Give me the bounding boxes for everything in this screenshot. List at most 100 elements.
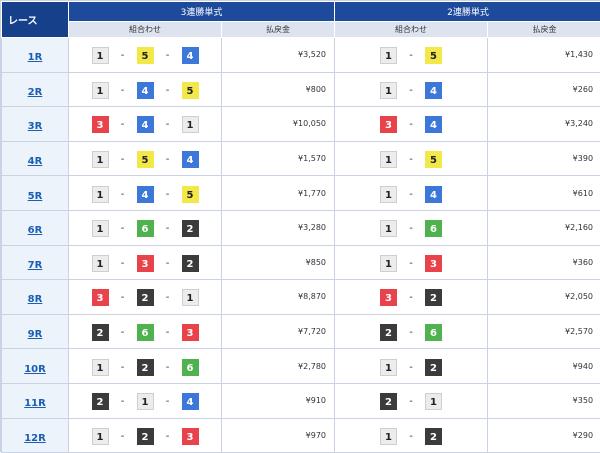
race-cell: 8R [2, 280, 69, 315]
trifecta-header: 3連勝単式 [69, 2, 335, 22]
table-row: 5R1-4-5¥1,7701-4¥610 [2, 176, 600, 211]
combo-separator: - [154, 396, 182, 407]
trifecta-payout: ¥3,520 [222, 38, 335, 73]
race-link[interactable]: 2R [28, 87, 43, 98]
race-link[interactable]: 1R [28, 52, 43, 63]
race-cell: 11R [2, 383, 69, 418]
exacta-combo-header: 組合わせ [335, 22, 488, 38]
race-cell: 1R [2, 38, 69, 73]
combo-separator: - [154, 154, 182, 165]
trifecta-payout: ¥1,770 [222, 176, 335, 211]
race-link[interactable]: 8R [28, 294, 43, 305]
trifecta-combination: 1-4-5 [69, 72, 222, 107]
boat-number-badge: 1 [380, 47, 397, 64]
boat-number-badge: 3 [380, 289, 397, 306]
table-row: 10R1-2-6¥2,7801-2¥940 [2, 349, 600, 384]
trifecta-combination: 1-3-2 [69, 245, 222, 280]
boat-number-badge: 1 [92, 47, 109, 64]
combo-separator: - [109, 396, 137, 407]
combo-separator: - [154, 431, 182, 442]
boat-number-badge: 2 [425, 428, 442, 445]
exacta-combination: 2-1 [335, 383, 488, 418]
boat-number-badge: 4 [425, 116, 442, 133]
race-link[interactable]: 3R [28, 121, 43, 132]
boat-number-badge: 4 [425, 186, 442, 203]
combo-separator: - [397, 396, 425, 407]
boat-number-badge: 1 [380, 255, 397, 272]
boat-number-badge: 2 [182, 220, 199, 237]
boat-number-badge: 1 [380, 359, 397, 376]
table-row: 11R2-1-4¥9102-1¥350 [2, 383, 600, 418]
combo-separator: - [397, 327, 425, 338]
table-body: 1R1-5-4¥3,5201-5¥1,4302R1-4-5¥8001-4¥260… [2, 38, 600, 453]
table-row: 3R3-4-1¥10,0503-4¥3,240 [2, 107, 600, 142]
table-row: 12R1-2-3¥9701-2¥290 [2, 418, 600, 453]
boat-number-badge: 6 [137, 220, 154, 237]
exacta-combination: 1-2 [335, 349, 488, 384]
combo-separator: - [397, 223, 425, 234]
boat-number-badge: 5 [182, 186, 199, 203]
exacta-header: 2連勝単式 [335, 2, 600, 22]
combo-separator: - [109, 258, 137, 269]
trifecta-payout: ¥800 [222, 72, 335, 107]
combo-separator: - [109, 362, 137, 373]
race-link[interactable]: 11R [24, 398, 46, 409]
combo-separator: - [397, 85, 425, 96]
combo-separator: - [109, 119, 137, 130]
race-link[interactable]: 12R [24, 433, 46, 444]
trifecta-combination: 1-6-2 [69, 210, 222, 245]
exacta-combination: 1-3 [335, 245, 488, 280]
boat-number-badge: 2 [92, 393, 109, 410]
boat-number-badge: 1 [92, 428, 109, 445]
combo-separator: - [109, 292, 137, 303]
boat-number-badge: 4 [137, 186, 154, 203]
boat-number-badge: 3 [137, 255, 154, 272]
boat-number-badge: 1 [425, 393, 442, 410]
boat-number-badge: 5 [137, 47, 154, 64]
boat-number-badge: 6 [182, 359, 199, 376]
exacta-payout: ¥940 [488, 349, 600, 384]
combo-separator: - [154, 223, 182, 234]
boat-number-badge: 5 [137, 151, 154, 168]
combo-separator: - [397, 431, 425, 442]
race-cell: 3R [2, 107, 69, 142]
exacta-payout: ¥2,050 [488, 280, 600, 315]
boat-number-badge: 2 [425, 359, 442, 376]
boat-number-badge: 1 [92, 82, 109, 99]
race-link[interactable]: 10R [24, 364, 46, 375]
race-link[interactable]: 5R [28, 191, 43, 202]
boat-number-badge: 1 [380, 220, 397, 237]
trifecta-payout: ¥7,720 [222, 314, 335, 349]
exacta-payout: ¥1,430 [488, 38, 600, 73]
combo-separator: - [154, 258, 182, 269]
trifecta-combo-header: 組合わせ [69, 22, 222, 38]
payout-table: レース 3連勝単式 2連勝単式 組合わせ 払戻金 組合わせ 払戻金 1R1-5-… [1, 1, 600, 453]
combo-separator: - [109, 327, 137, 338]
race-link[interactable]: 4R [28, 156, 43, 167]
exacta-payout: ¥610 [488, 176, 600, 211]
exacta-payout: ¥390 [488, 141, 600, 176]
boat-number-badge: 2 [92, 324, 109, 341]
race-link[interactable]: 9R [28, 329, 43, 340]
boat-number-badge: 3 [92, 289, 109, 306]
combo-separator: - [109, 189, 137, 200]
exacta-combination: 1-4 [335, 176, 488, 211]
exacta-payout: ¥360 [488, 245, 600, 280]
exacta-payout: ¥2,160 [488, 210, 600, 245]
exacta-payout: ¥290 [488, 418, 600, 453]
trifecta-payout-header: 払戻金 [222, 22, 335, 38]
boat-number-badge: 1 [182, 289, 199, 306]
boat-number-badge: 3 [182, 428, 199, 445]
exacta-combination: 3-4 [335, 107, 488, 142]
combo-separator: - [397, 154, 425, 165]
race-link[interactable]: 7R [28, 260, 43, 271]
combo-separator: - [109, 50, 137, 61]
boat-number-badge: 1 [92, 220, 109, 237]
combo-separator: - [109, 223, 137, 234]
race-link[interactable]: 6R [28, 225, 43, 236]
combo-separator: - [397, 362, 425, 373]
exacta-payout: ¥350 [488, 383, 600, 418]
boat-number-badge: 1 [92, 255, 109, 272]
combo-separator: - [397, 189, 425, 200]
table-row: 8R3-2-1¥8,8703-2¥2,050 [2, 280, 600, 315]
